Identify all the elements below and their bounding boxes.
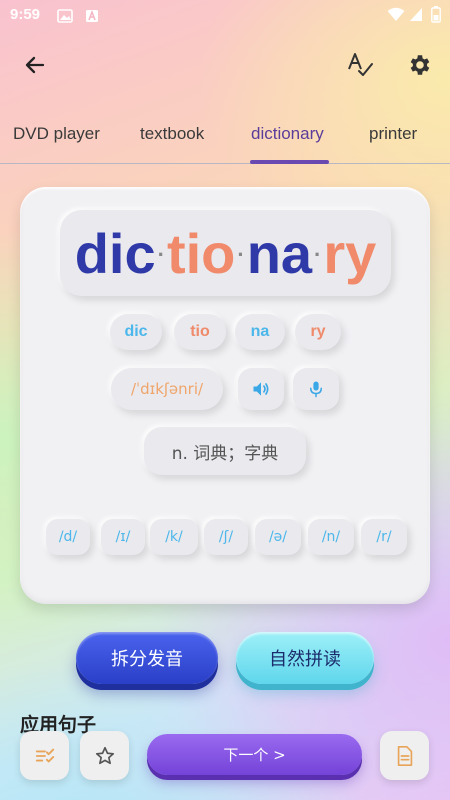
syllable-chip-label: dic (124, 323, 148, 340)
arrow-back-icon (25, 56, 45, 74)
meaning-text: n. 词典；字典 (171, 443, 279, 464)
split-pronunciation-button[interactable]: 拆分发音 (76, 632, 218, 684)
spellcheck-button[interactable] (340, 45, 380, 85)
gear-icon (410, 55, 430, 75)
checklist-icon (35, 748, 54, 762)
spellcheck-icon (348, 53, 373, 76)
phoneme-chip-label: /ɪ/ (115, 529, 131, 545)
meaning-chip: n. 词典；字典 (144, 427, 306, 475)
wifi-icon (387, 7, 405, 26)
split-pronunciation-label: 拆分发音 (111, 649, 183, 670)
phonetic-chip[interactable]: /ˈdɪkʃənri/ (111, 368, 223, 410)
tab-dvd-player[interactable]: DVD player (13, 124, 100, 144)
document-icon (397, 745, 412, 766)
active-tab-indicator (250, 160, 329, 164)
phoneme-chip[interactable]: /n/ (308, 519, 354, 555)
app-notification-icon (85, 8, 99, 27)
speaker-icon (253, 382, 269, 396)
tab-textbook[interactable]: textbook (140, 124, 204, 144)
phonics-reading-button[interactable]: 自然拼读 (236, 632, 374, 684)
phoneme-chip-label: /ʃ/ (218, 529, 234, 545)
phoneme-chip[interactable]: /ɪ/ (101, 519, 145, 555)
status-bar: 9:59 (0, 0, 450, 32)
syllable-chip[interactable]: na (235, 314, 285, 350)
syllable-chip[interactable]: dic (110, 314, 162, 350)
tab-printer[interactable]: printer (369, 124, 417, 144)
next-button-label: 下一个 > (223, 746, 286, 764)
word-syllable-2: tio (166, 221, 236, 285)
syllable-chip-label: tio (190, 323, 210, 340)
word-display[interactable]: dic · tio · na · ry (60, 210, 391, 296)
syllable-separator: · (237, 242, 245, 267)
syllable-chip[interactable]: ry (295, 314, 341, 350)
word-text: dic · tio · na · ry (75, 221, 377, 286)
next-button[interactable]: 下一个 > (147, 734, 362, 775)
category-tabs: DVD player textbook dictionary printer (0, 118, 450, 164)
favorite-button[interactable] (80, 731, 129, 780)
phoneme-chip[interactable]: /ə/ (255, 519, 301, 555)
word-syllable-4: ry (323, 221, 377, 285)
phoneme-chip-label: /d/ (58, 529, 78, 545)
settings-button[interactable] (399, 45, 439, 85)
phoneme-chip[interactable]: /k/ (150, 519, 198, 555)
tab-dictionary[interactable]: dictionary (251, 124, 324, 144)
back-button[interactable] (15, 45, 55, 85)
microphone-icon (310, 381, 322, 398)
notes-button[interactable] (380, 731, 429, 780)
phoneme-chip[interactable]: /r/ (361, 519, 407, 555)
phoneme-chip-label: /n/ (321, 529, 341, 545)
phoneme-chip-label: /ə/ (268, 529, 288, 545)
phonics-reading-label: 自然拼读 (269, 649, 341, 670)
phoneme-chip-label: /r/ (376, 529, 392, 545)
phoneme-chip-label: /k/ (165, 529, 183, 545)
record-button[interactable] (293, 368, 339, 410)
word-syllable-3: na (246, 221, 313, 285)
word-syllable-1: dic (74, 221, 156, 285)
phonetic-text: /ˈdɪkʃənri/ (130, 380, 204, 398)
phoneme-chip[interactable]: /d/ (46, 519, 90, 555)
star-icon (95, 746, 114, 764)
signal-icon (409, 7, 423, 26)
syllable-separator: · (157, 242, 165, 267)
word-card: dic · tio · na · ry dic tio na ry /ˈdɪkʃ… (20, 187, 430, 604)
battery-icon (431, 6, 441, 27)
play-audio-button[interactable] (238, 368, 284, 410)
image-notification-icon (57, 8, 73, 27)
phoneme-chip[interactable]: /ʃ/ (204, 519, 248, 555)
status-time: 9:59 (10, 6, 41, 23)
word-list-button[interactable] (20, 731, 69, 780)
syllable-chip-label: na (250, 323, 270, 340)
syllable-separator: · (314, 242, 322, 267)
syllable-chip-label: ry (310, 323, 326, 340)
syllable-chip[interactable]: tio (174, 314, 226, 350)
